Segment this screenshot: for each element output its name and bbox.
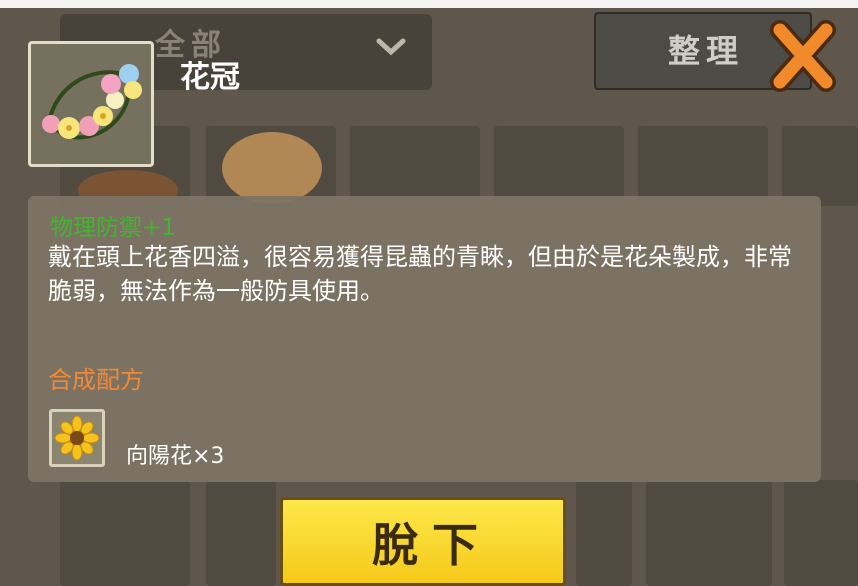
inventory-slot[interactable] bbox=[494, 126, 624, 206]
sort-button-label: 整理 bbox=[668, 32, 745, 70]
dumpling-item-icon[interactable] bbox=[222, 132, 322, 204]
inventory-slot[interactable] bbox=[782, 126, 858, 206]
recipe-title: 合成配方 bbox=[48, 366, 144, 394]
unequip-button-label: 脫下 bbox=[372, 518, 492, 572]
ingredient-label: 向陽花×3 bbox=[126, 444, 225, 469]
sunflower-icon[interactable] bbox=[49, 409, 105, 467]
item-description: 戴在頭上花香四溢，很容易獲得昆蟲的青睞，但由於是花朵製成，非常脆弱，無法作為一般… bbox=[48, 243, 792, 305]
inventory-slot[interactable] bbox=[206, 480, 276, 586]
inventory-slot[interactable] bbox=[638, 126, 768, 206]
item-name: 花冠 bbox=[180, 60, 240, 95]
inventory-slot[interactable] bbox=[784, 480, 858, 586]
item-stat: 物理防禦+1 bbox=[50, 215, 176, 241]
inventory-slot[interactable] bbox=[350, 126, 480, 206]
sunflower-icon bbox=[54, 415, 100, 461]
close-x-icon[interactable] bbox=[768, 16, 838, 96]
inventory-slot[interactable] bbox=[576, 480, 632, 586]
flower-crown-icon bbox=[42, 64, 142, 140]
inventory-slot[interactable] bbox=[60, 480, 190, 586]
flower-crown-icon bbox=[28, 41, 154, 167]
inventory-slot[interactable] bbox=[646, 480, 772, 586]
chevron-down-icon bbox=[376, 38, 406, 56]
